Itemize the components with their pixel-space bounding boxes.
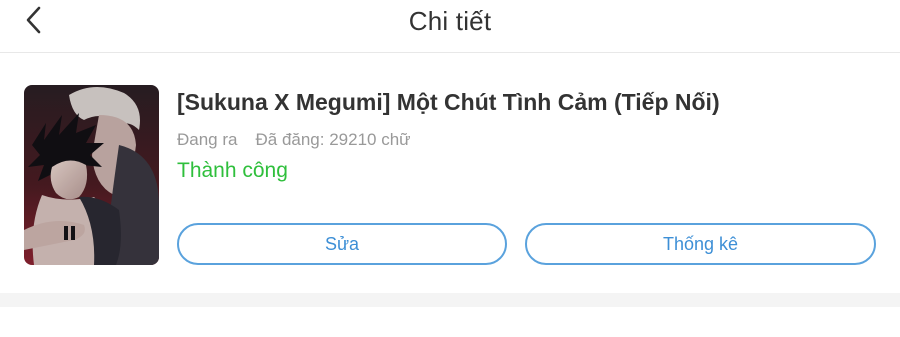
publish-status: Đang ra: [177, 130, 238, 149]
edit-button[interactable]: Sửa: [177, 223, 507, 265]
story-meta: Đang ra Đã đăng: 29210 chữ: [177, 130, 411, 150]
story-title: [Sukuna X Megumi] Một Chút Tình Cảm (Tiế…: [177, 89, 720, 115]
success-status: Thành công: [177, 159, 288, 182]
statistics-button[interactable]: Thống kê: [525, 223, 876, 265]
cover-illustration: [24, 85, 159, 265]
page-title: Chi tiết: [408, 6, 492, 36]
word-count: Đã đăng: 29210 chữ: [255, 130, 411, 149]
section-divider: [0, 293, 900, 307]
top-bar: Chi tiết: [0, 0, 900, 53]
story-cover-image[interactable]: [24, 85, 159, 265]
